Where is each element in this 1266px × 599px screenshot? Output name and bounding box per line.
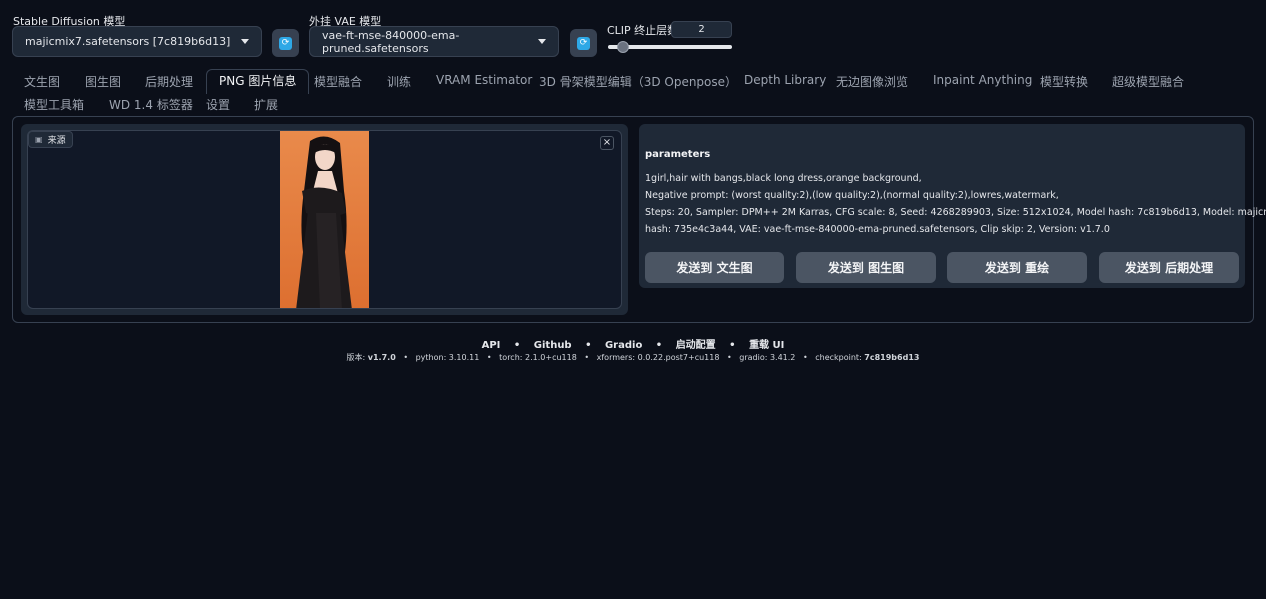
vae-value: vae-ft-mse-840000-ema-pruned.safetensors — [322, 28, 460, 55]
image-icon: ▣ — [35, 135, 43, 144]
info-negative: Negative prompt: (worst quality:2),(low … — [645, 190, 1059, 201]
tab-settings[interactable]: 设置 — [206, 96, 230, 113]
tab-extras[interactable]: 后期处理 — [145, 73, 193, 90]
portrait-illustration — [296, 136, 352, 308]
python-version: python: 3.10.11 — [415, 353, 480, 362]
tab-checkpoint-merger[interactable]: 模型融合 — [314, 73, 362, 90]
refresh-models-button[interactable]: ⟳ — [272, 29, 299, 57]
source-label: 来源 — [47, 136, 66, 146]
tab-txt2img[interactable]: 文生图 — [24, 73, 60, 90]
refresh-icon: ⟳ — [279, 36, 292, 50]
version-value: v1.7.0 — [367, 353, 396, 362]
tab-wd14-tagger[interactable]: WD 1.4 标签器 — [109, 96, 193, 113]
tab-model-toolkit[interactable]: 模型工具箱 — [24, 96, 84, 113]
gradio-version: gradio: 3.41.2 — [739, 353, 796, 362]
send-to-img2img-button[interactable]: 发送到 图生图 — [796, 252, 936, 283]
separator: • — [729, 340, 736, 351]
slider-thumb[interactable] — [616, 41, 629, 53]
sd-model-dropdown[interactable]: majicmix7.safetensors [7c819b6d13] — [12, 26, 262, 57]
source-label-badge: ▣ 来源 — [28, 131, 73, 148]
send-to-extras-button[interactable]: 发送到 后期处理 — [1099, 252, 1239, 283]
version-label: 版本: — [346, 353, 366, 362]
send-to-txt2img-button[interactable]: 发送到 文生图 — [645, 252, 784, 283]
clip-skip-input[interactable]: 2 — [671, 21, 732, 38]
separator: • — [726, 353, 732, 362]
separator: • — [403, 353, 409, 362]
separator: • — [585, 340, 592, 351]
separator: • — [513, 340, 521, 351]
info-title: parameters — [645, 149, 711, 160]
clip-skip-label: CLIP 终止层数 — [607, 24, 679, 37]
footer-link-api[interactable]: API — [482, 340, 501, 351]
footer-link-github[interactable]: Github — [534, 340, 572, 351]
torch-version: torch: 2.1.0+cu118 — [499, 353, 577, 362]
footer-versions: 版本: v1.7.0 • python: 3.10.11 • torch: 2.… — [0, 352, 1266, 363]
tab-depth-library[interactable]: Depth Library — [744, 73, 826, 87]
footer-link-reload-ui[interactable]: 重载 UI — [749, 340, 784, 351]
tab-super-merger[interactable]: 超级模型融合 — [1112, 73, 1184, 90]
sd-model-value: majicmix7.safetensors [7c819b6d13] — [25, 35, 231, 48]
source-image — [280, 131, 369, 308]
tab-inpaint-anything[interactable]: Inpaint Anything — [933, 73, 1032, 87]
info-steps-line2: hash: 735e4c3a44, VAE: vae-ft-mse-840000… — [645, 224, 1110, 235]
tab-png-info[interactable]: PNG 图片信息 — [206, 69, 310, 94]
close-image-button[interactable]: × — [600, 136, 614, 150]
separator: • — [584, 353, 590, 362]
separator: • — [802, 353, 808, 362]
chevron-down-icon — [241, 39, 249, 44]
tab-vram-estimator[interactable]: VRAM Estimator — [436, 73, 532, 87]
xformers-version: xformers: 0.0.22.post7+cu118 — [596, 353, 720, 362]
chevron-down-icon — [538, 39, 546, 44]
tab-extensions[interactable]: 扩展 — [254, 96, 278, 113]
separator: • — [486, 353, 492, 362]
info-steps-line1: Steps: 20, Sampler: DPM++ 2M Karras, CFG… — [645, 207, 1266, 218]
tab-3d-openpose[interactable]: 3D 骨架模型编辑（3D Openpose） — [539, 73, 737, 90]
close-icon: × — [602, 137, 612, 148]
footer-links: API • Github • Gradio • 启动配置 • 重载 UI — [0, 336, 1266, 351]
checkpoint-label: checkpoint: — [815, 353, 862, 362]
vae-dropdown[interactable]: vae-ft-mse-840000-ema-pruned.safetensors — [309, 26, 559, 57]
refresh-vae-button[interactable]: ⟳ — [570, 29, 597, 57]
source-image-dropzone[interactable] — [27, 130, 622, 309]
separator: • — [655, 340, 663, 351]
footer-link-startup-profile[interactable]: 启动配置 — [676, 340, 716, 351]
tab-img2img[interactable]: 图生图 — [85, 73, 121, 90]
tab-model-converter[interactable]: 模型转换 — [1040, 73, 1088, 90]
info-prompt: 1girl,hair with bangs,black long dress,o… — [645, 173, 922, 184]
tab-infinite-browser[interactable]: 无边图像浏览 — [836, 73, 908, 90]
info-text: 1girl,hair with bangs,black long dress,o… — [645, 170, 1266, 238]
tab-train[interactable]: 训练 — [387, 73, 411, 90]
send-to-inpaint-button[interactable]: 发送到 重绘 — [947, 252, 1087, 283]
refresh-icon: ⟳ — [577, 36, 590, 50]
checkpoint-value: 7c819b6d13 — [864, 353, 920, 362]
clip-skip-slider[interactable] — [608, 41, 732, 53]
footer-link-gradio[interactable]: Gradio — [605, 340, 642, 351]
